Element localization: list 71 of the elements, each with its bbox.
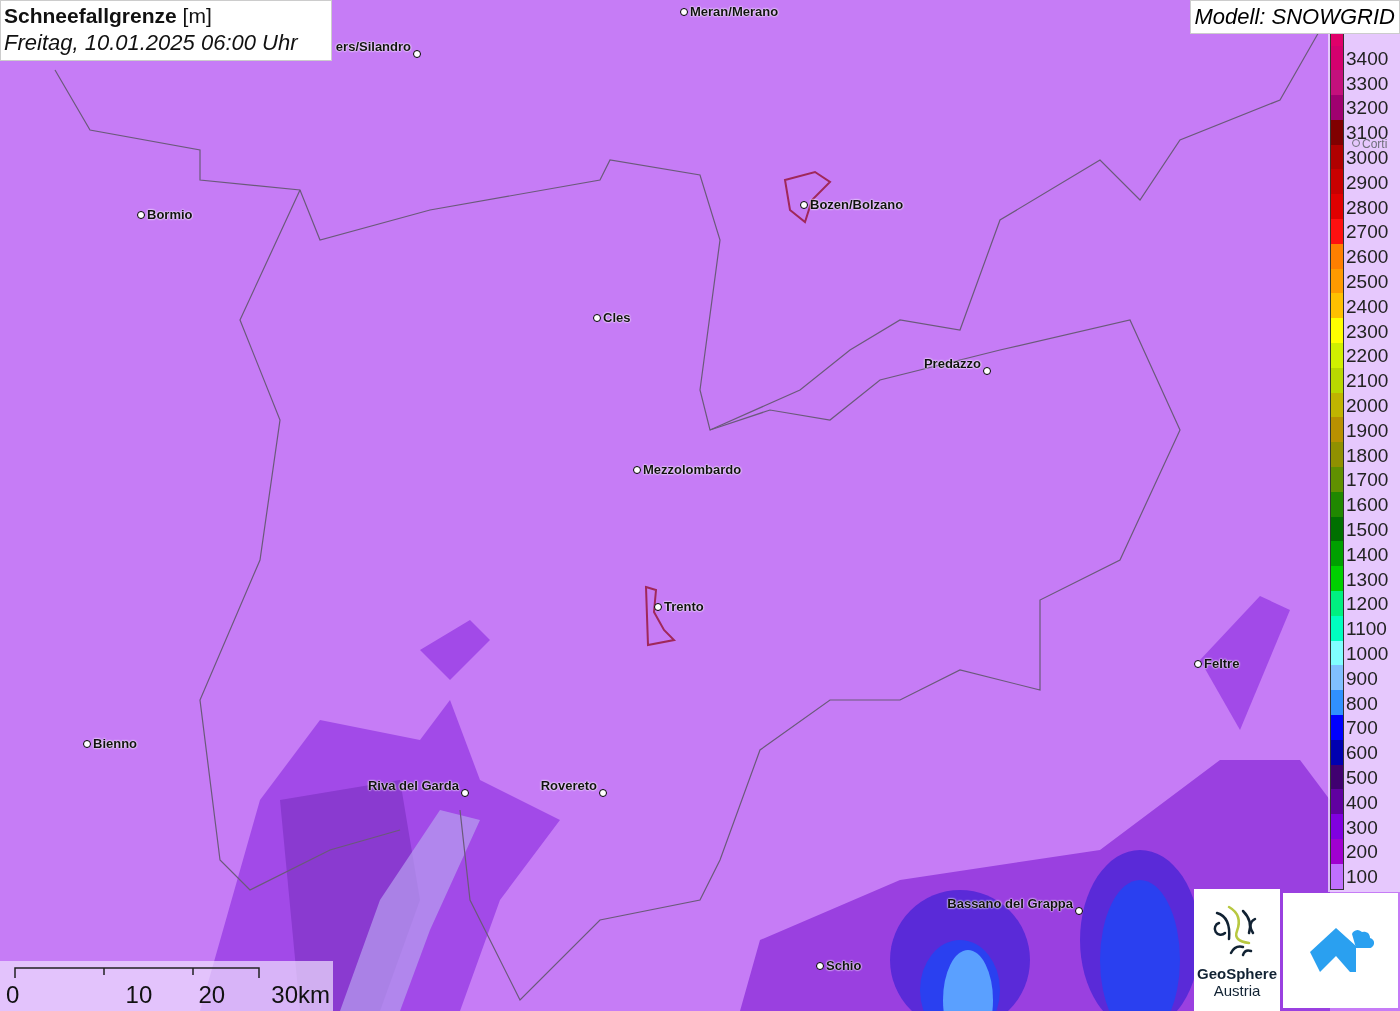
city-label: Rovereto: [540, 778, 597, 793]
city-marker-icon: [599, 789, 607, 797]
legend-value: 1200: [1346, 595, 1389, 613]
city-marker-icon: [413, 50, 421, 58]
city-label: Schio: [826, 958, 862, 973]
city-label: Trento: [664, 599, 704, 614]
legend-value: 2200: [1346, 347, 1389, 365]
city-marker-icon: [633, 466, 641, 474]
legend-value: 1300: [1346, 570, 1389, 588]
city-marker-icon: [1075, 907, 1083, 915]
city-marker-icon: [654, 603, 662, 611]
city-label: Cles: [603, 310, 631, 325]
city-marker-icon: [983, 367, 991, 375]
city-marker-icon: [593, 314, 601, 322]
legend-value: 600: [1346, 744, 1378, 762]
scale-label: 0: [6, 981, 20, 1009]
legend-value: 2600: [1346, 248, 1389, 266]
legend-value: 2700: [1346, 223, 1389, 241]
legend-value: 2100: [1346, 372, 1389, 390]
scale-label: 20: [198, 981, 226, 1009]
legend-value: 900: [1346, 669, 1378, 687]
legend-value: 2400: [1346, 297, 1389, 315]
legend-value: 1400: [1346, 545, 1389, 563]
legend-value: 2800: [1346, 198, 1389, 216]
legend-value: 300: [1346, 818, 1378, 836]
legend-value: 1900: [1346, 421, 1389, 439]
city-label: Meran/Merano: [690, 4, 779, 19]
legend-value: 500: [1346, 769, 1378, 786]
legend-value: 3200: [1346, 99, 1389, 117]
city-label: ers/Silandro: [335, 39, 411, 54]
city-marker-icon: [680, 8, 688, 16]
city-label: Predazzo: [923, 356, 981, 371]
logo-subtitle: Austria: [1213, 982, 1261, 999]
legend-value: 1000: [1346, 645, 1389, 662]
city-label: Bassano del Grappa: [947, 896, 1073, 911]
legend-value: 3300: [1346, 74, 1389, 92]
legend-value: 200: [1346, 843, 1378, 861]
legend-value: 400: [1346, 793, 1378, 811]
legend-value: 1600: [1346, 496, 1389, 514]
legend-value: 2000: [1346, 397, 1389, 415]
legend-value: 2300: [1346, 322, 1389, 340]
logo-name: GeoSphere: [1197, 965, 1277, 982]
legend-value: 1700: [1346, 471, 1389, 489]
legend-value: 1800: [1346, 446, 1389, 464]
legend-value: 1100: [1346, 620, 1387, 638]
legend-value: 100: [1346, 868, 1378, 886]
legend-value: 2900: [1346, 173, 1389, 191]
city-label: Riva del Garda: [367, 778, 459, 793]
city-marker-icon: [137, 211, 145, 219]
scale-bar-icon: [14, 967, 260, 979]
city-label: Bienno: [93, 736, 138, 751]
legend-value: 2500: [1346, 273, 1389, 291]
legend-value: 3400: [1346, 49, 1389, 67]
legend-value: 3000: [1346, 149, 1389, 167]
legend-value: 700: [1346, 719, 1378, 737]
city-marker-icon: [83, 740, 91, 748]
city-marker-icon: [1194, 660, 1202, 668]
city-marker-icon: [461, 789, 469, 797]
model-label: Modell: SNOWGRID: [1189, 0, 1400, 34]
forecast-time: Freitag, 10.01.2025 06:00 Uhr: [4, 30, 300, 56]
legend-value: 1500: [1346, 521, 1389, 539]
legend-value: 800: [1346, 694, 1378, 712]
scale-label: 10: [125, 981, 153, 1009]
map-title: Schneefallgrenze [m]: [4, 4, 213, 28]
city-label: Mezzolombardo: [643, 462, 742, 477]
city-marker-icon: [800, 201, 808, 209]
city-marker-icon: [816, 962, 824, 970]
scale-label: 30km: [271, 981, 330, 1009]
city-label: Feltre: [1204, 656, 1240, 671]
city-label: Bormio: [147, 207, 193, 222]
city-label: Bozen/Bolzano: [810, 197, 904, 212]
